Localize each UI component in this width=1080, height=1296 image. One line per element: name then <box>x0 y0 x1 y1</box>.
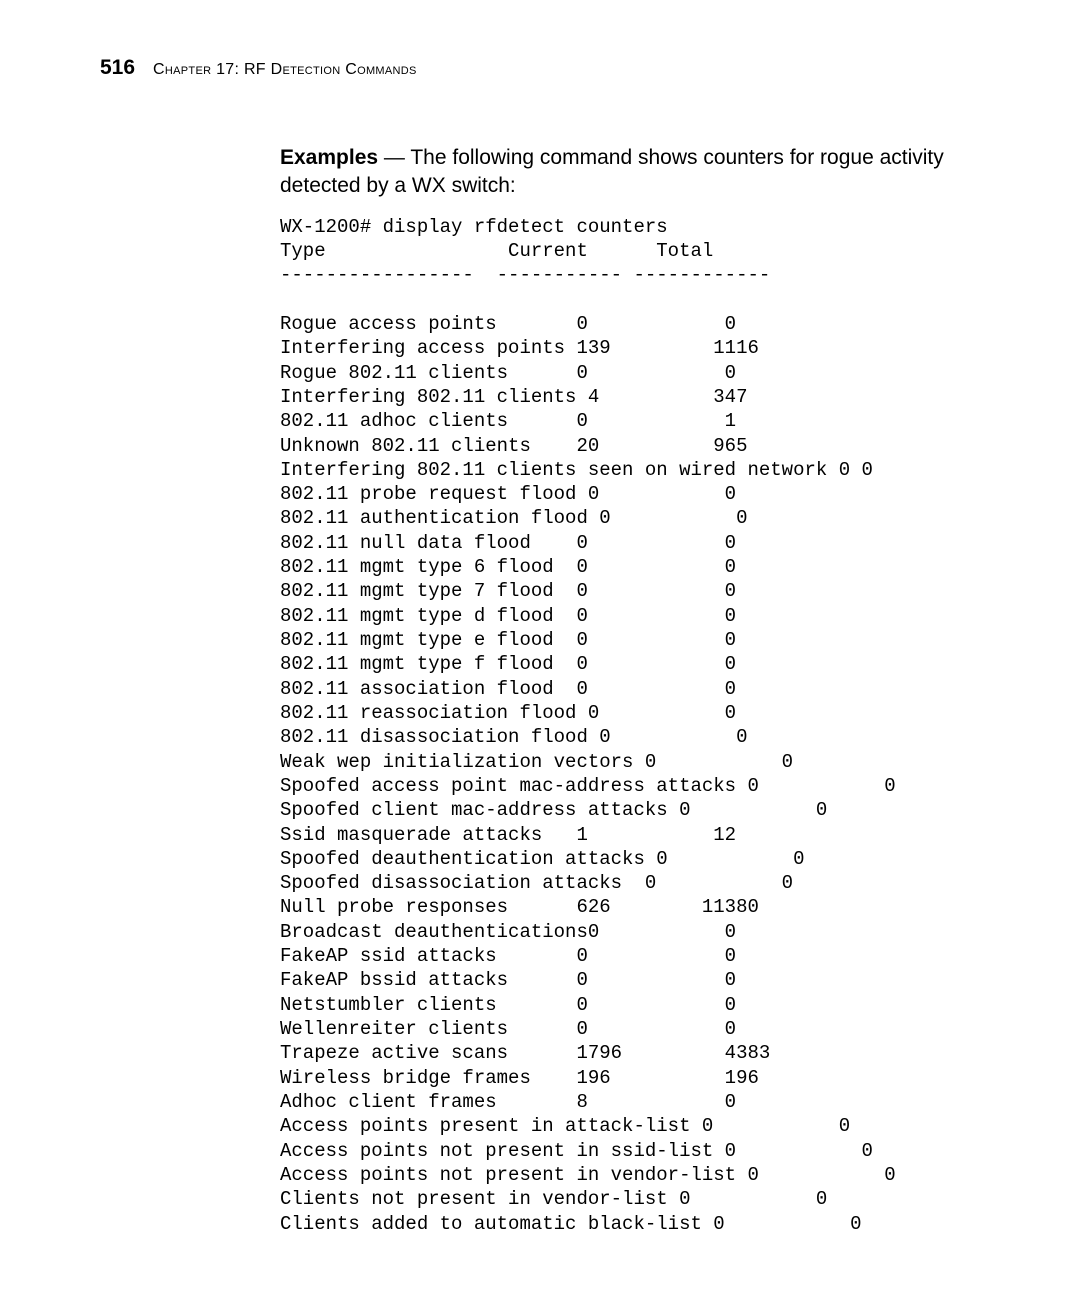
examples-heading: Examples <box>280 146 378 169</box>
examples-intro: Examples — The following command shows c… <box>280 144 980 201</box>
page-container: 516 Chapter 17: RF Detection Commands Ex… <box>0 0 1080 1292</box>
page-number: 516 <box>100 56 135 80</box>
chapter-title-text: Chapter 17: RF Detection Commands <box>153 61 417 78</box>
examples-text: — The following command shows counters f… <box>280 146 944 197</box>
page-header: 516 Chapter 17: RF Detection Commands <box>100 56 990 80</box>
content-column: Examples — The following command shows c… <box>280 144 980 1236</box>
terminal-output: WX-1200# display rfdetect counters Type … <box>280 215 980 1236</box>
chapter-title: Chapter 17: RF Detection Commands <box>153 61 417 79</box>
